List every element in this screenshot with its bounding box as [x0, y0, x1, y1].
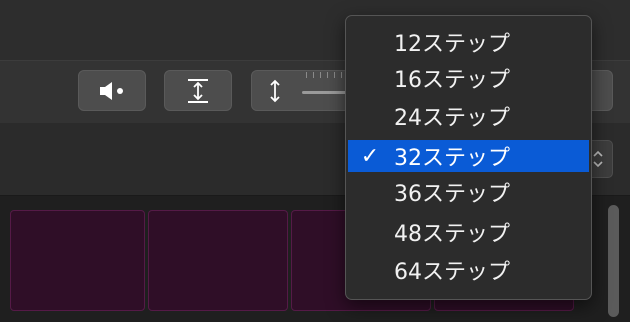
speaker-mute-icon [100, 81, 123, 100]
fit-to-window-button[interactable] [164, 70, 232, 111]
menu-item-label: 12ステップ [394, 32, 510, 57]
zoom-slider[interactable] [302, 91, 350, 94]
mute-button[interactable] [78, 70, 146, 111]
menu-item-64-steps[interactable]: 64ステップ [348, 254, 589, 286]
vertical-zoom-icon [270, 79, 280, 102]
zoom-slider-ticks [306, 72, 346, 78]
menu-item-12-steps[interactable]: 12ステップ [348, 26, 589, 58]
menu-item-16-steps[interactable]: 16ステップ [348, 62, 589, 94]
checkmark-icon: ✓ [360, 143, 380, 169]
menu-item-label: 64ステップ [394, 260, 510, 285]
menu-item-label: 24ステップ [394, 106, 510, 131]
fit-vertical-icon [188, 78, 208, 103]
menu-item-48-steps[interactable]: 48ステップ [348, 216, 589, 248]
scrollbar-thumb[interactable] [608, 205, 619, 317]
menu-item-24-steps[interactable]: 24ステップ [348, 100, 589, 132]
chevron-updown-icon [593, 150, 603, 168]
step-count-menu: 12ステップ 16ステップ 24ステップ ✓ 32ステップ 36ステップ 48ス… [345, 15, 592, 300]
step-pad[interactable] [10, 210, 145, 311]
menu-item-32-steps[interactable]: ✓ 32ステップ [348, 140, 589, 172]
menu-item-label: 36ステップ [394, 182, 510, 207]
menu-item-label: 48ステップ [394, 222, 510, 247]
step-pad[interactable] [148, 210, 288, 311]
menu-item-label: 16ステップ [394, 68, 510, 93]
menu-item-36-steps[interactable]: 36ステップ [348, 176, 589, 208]
menu-item-label: 32ステップ [394, 146, 510, 171]
